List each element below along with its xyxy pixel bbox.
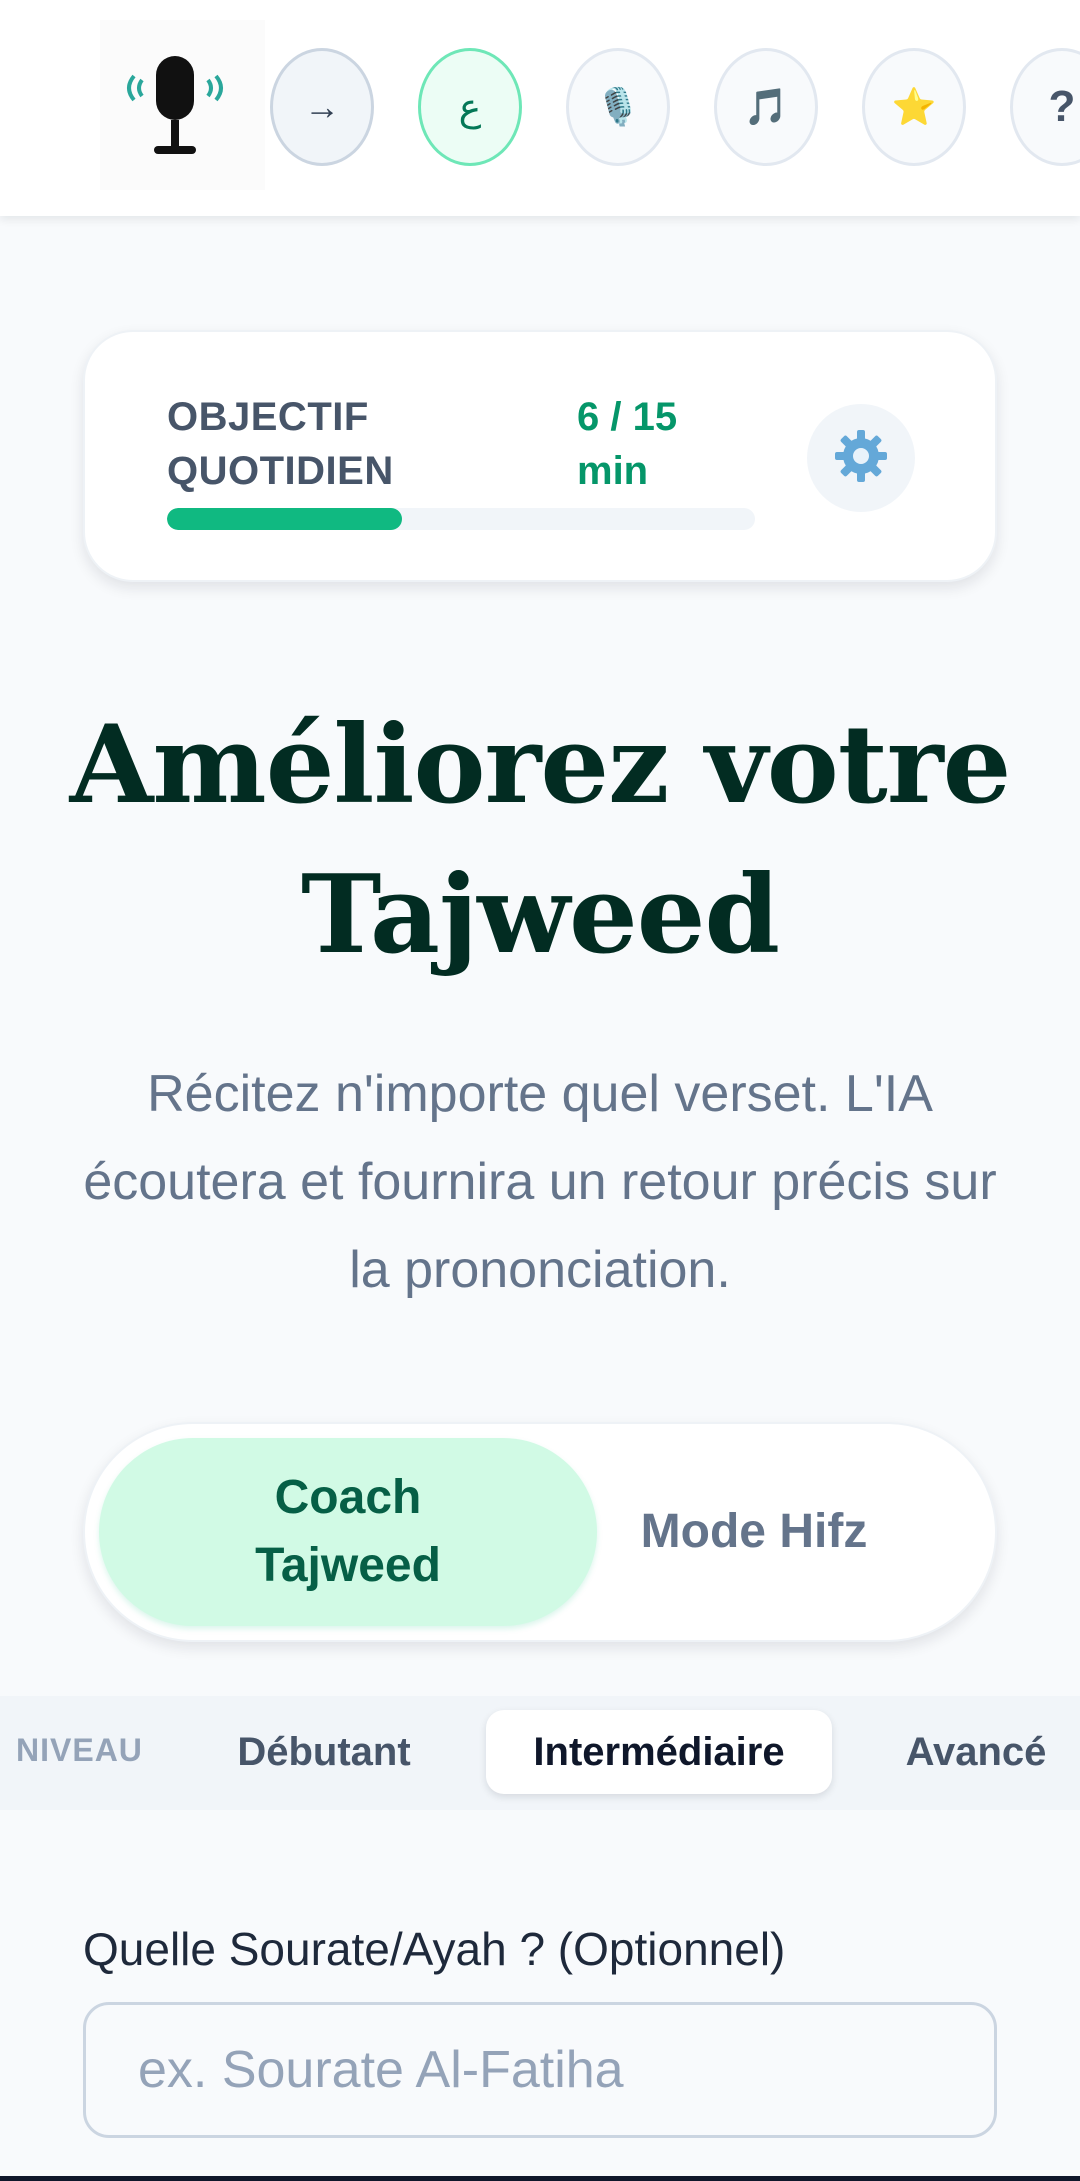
arrow-button[interactable]: → (270, 48, 374, 166)
gear-icon (831, 426, 891, 491)
hifz-mode-button[interactable]: Mode Hifz (529, 1438, 979, 1626)
bottom-divider (0, 2176, 1080, 2181)
daily-goal-value: 6 / 15 min (577, 395, 678, 493)
daily-goal-progress-fill (167, 508, 403, 530)
page-title: Améliorez votre Tajweed (69, 702, 1012, 978)
music-notes-icon: 🎵 (743, 86, 789, 127)
top-toolbar: → ع 🎙️ 🎵 ⭐ ? (0, 0, 1080, 216)
arrow-right-icon: → (304, 86, 340, 127)
level-selector: NIVEAU Débutant Intermédiaire Avancé (0, 1696, 1080, 1810)
star-icon: ⭐ (891, 86, 937, 127)
surah-input-label: Quelle Sourate/Ayah ? (Optionnel) (83, 1923, 786, 1975)
page-subtitle: Récitez n'importe quel verset. L'IA écou… (83, 1065, 997, 1299)
help-button[interactable]: ? (1010, 48, 1080, 166)
arabic-button[interactable]: ع (418, 48, 522, 166)
arabic-letter-icon: ع (458, 85, 482, 129)
daily-goal-progress-bar (167, 508, 755, 530)
coach-tajweed-button[interactable]: Coach Tajweed (99, 1438, 597, 1626)
daily-goal-card: OBJECTIF QUOTIDIEN 6 / 15 min (83, 330, 997, 582)
level-option-intermediaire[interactable]: Intermédiaire (486, 1710, 832, 1794)
music-button[interactable]: 🎵 (714, 48, 818, 166)
surah-input[interactable] (83, 2002, 997, 2138)
question-mark-icon: ? (1048, 82, 1076, 131)
app-logo (100, 20, 265, 190)
mode-toggle: Coach Tajweed Mode Hifz (83, 1422, 997, 1642)
favorites-button[interactable]: ⭐ (862, 48, 966, 166)
level-label: NIVEAU (16, 1732, 143, 1768)
goal-settings-button[interactable] (807, 404, 915, 512)
level-option-debutant[interactable]: Débutant (212, 1710, 436, 1794)
studio-microphone-icon: 🎙️ (595, 86, 641, 127)
daily-goal-label: OBJECTIF QUOTIDIEN (167, 395, 394, 493)
level-option-avance[interactable]: Avancé (886, 1710, 1066, 1794)
hifz-mode-label: Mode Hifz (640, 1505, 868, 1558)
microphone-button[interactable]: 🎙️ (566, 48, 670, 166)
coach-tajweed-label: Coach Tajweed (255, 1471, 441, 1592)
